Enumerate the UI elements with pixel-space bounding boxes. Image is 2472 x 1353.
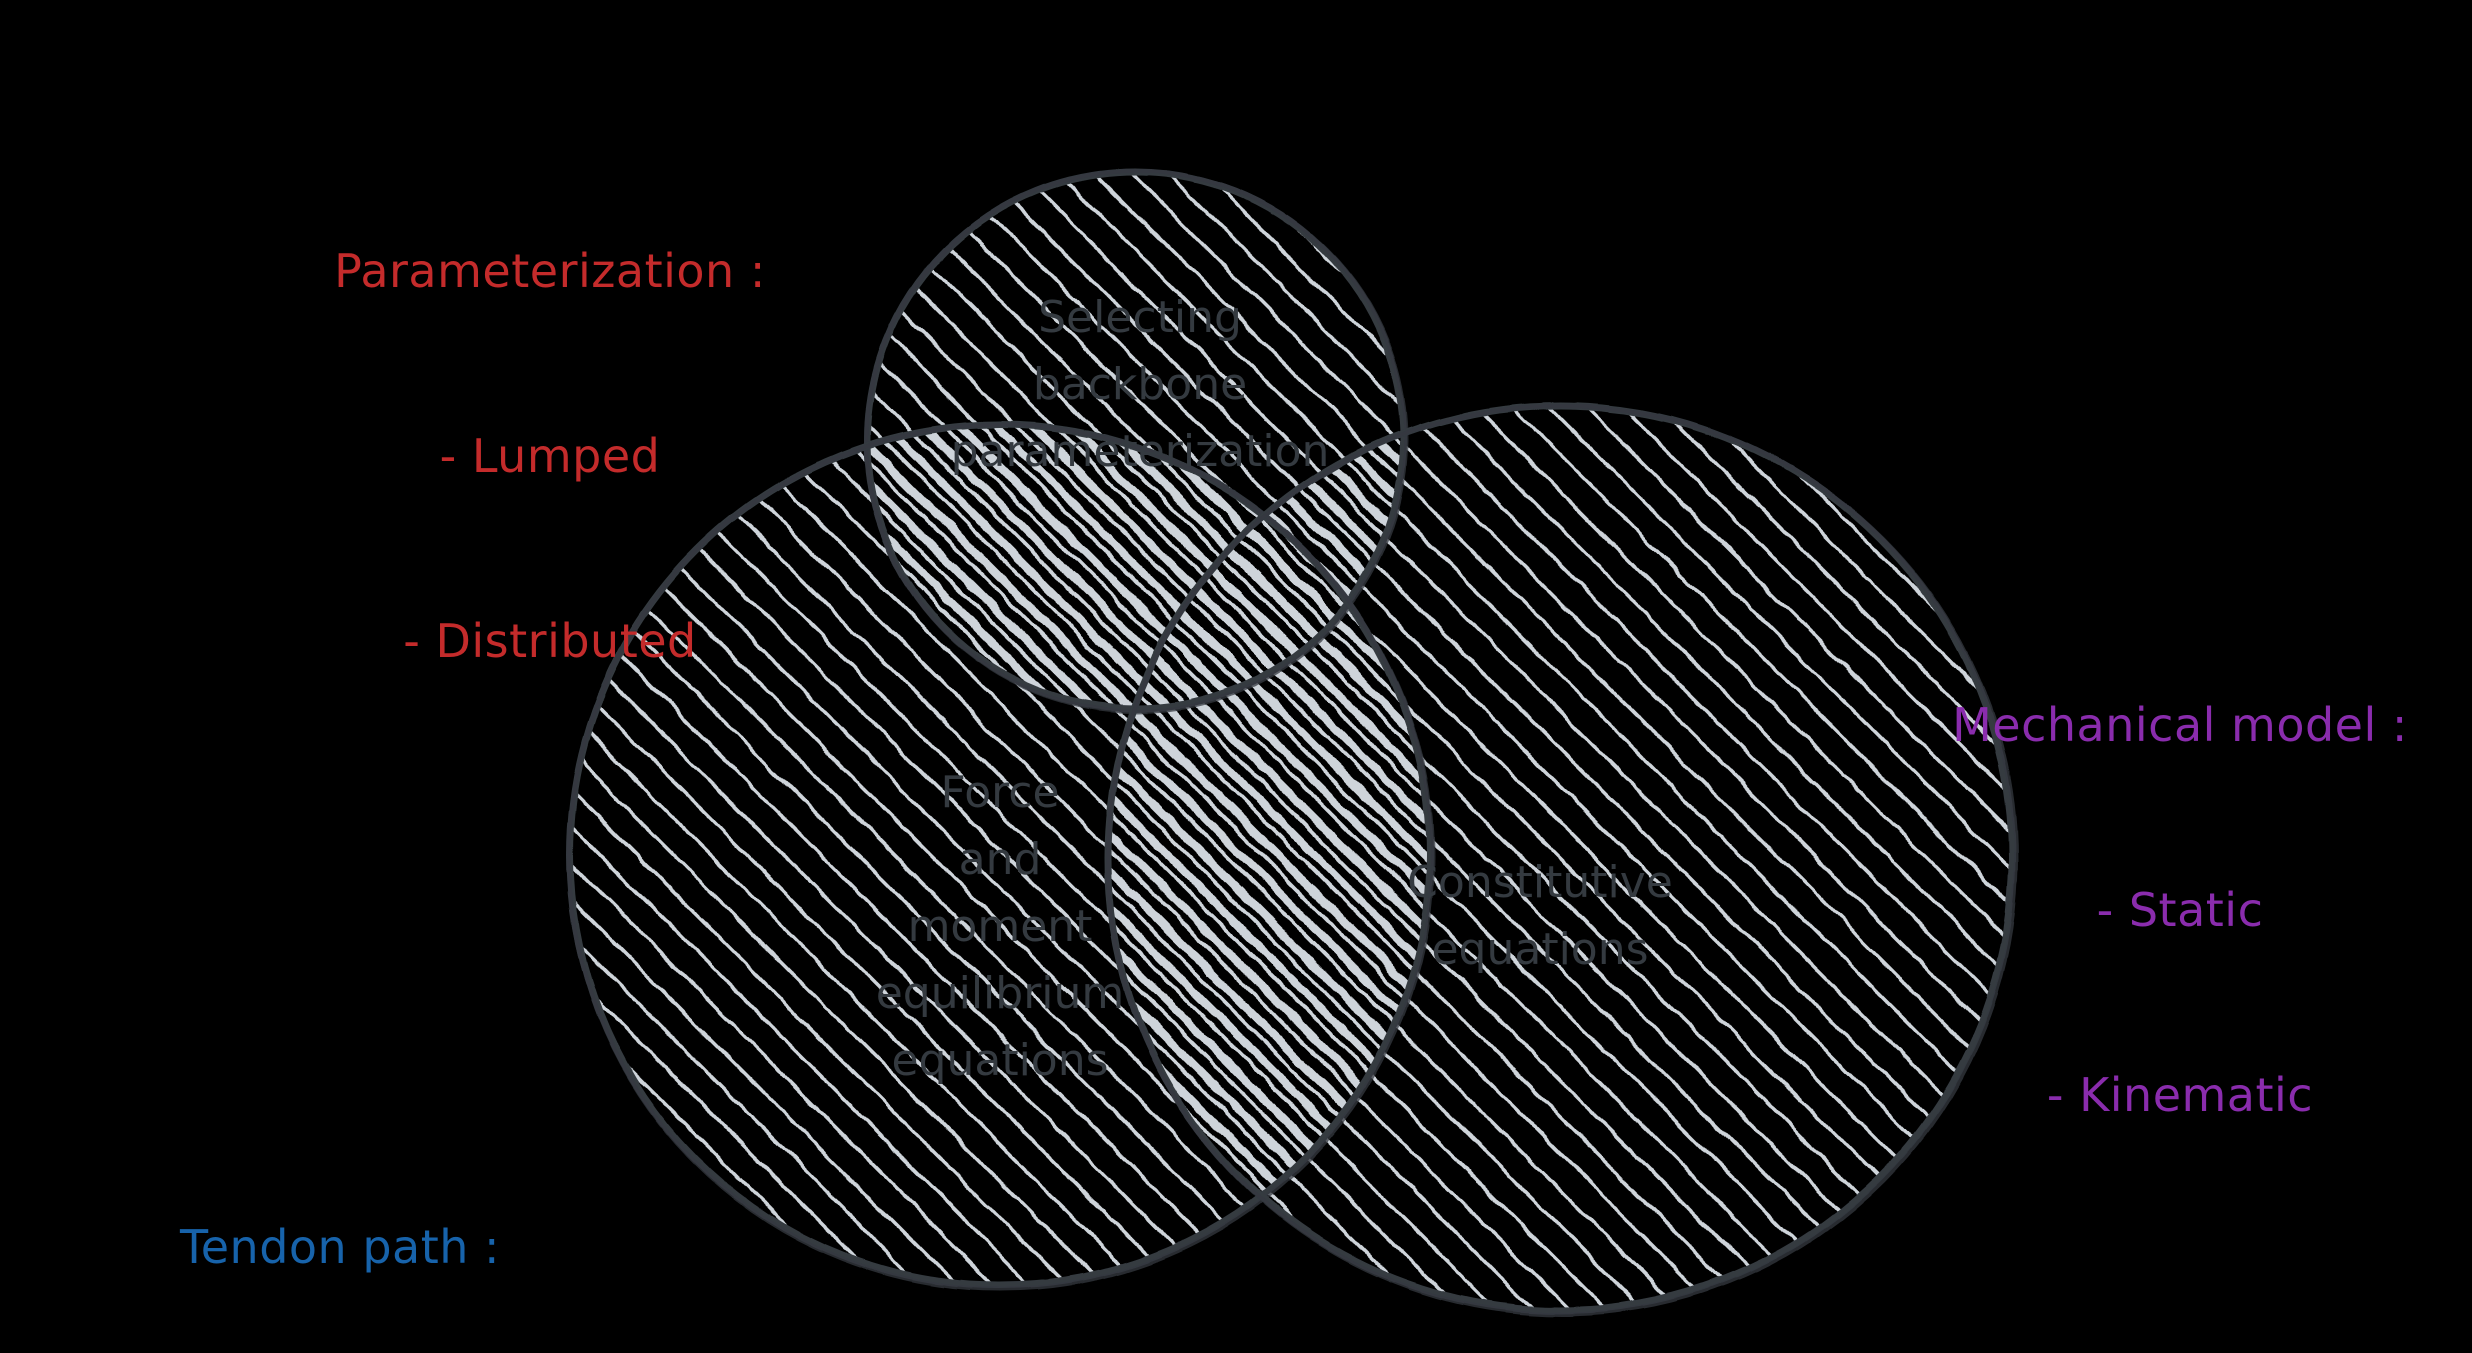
annotation-tendon-path-title: Tendon path : [179, 1220, 501, 1275]
annotation-parameterization: Parameterization : - Lumped - Distribute… [240, 118, 860, 796]
annotation-parameterization-item-0: - Lumped [439, 429, 661, 484]
diagram-canvas: Selecting backbone parameterization Force a… [0, 0, 2472, 1353]
annotation-mechanical-model-item-1: - Kinematic [2046, 1068, 2314, 1122]
annotation-parameterization-title: Parameterization : [334, 244, 766, 299]
annotation-mechanical-model-item-0: - Static [2096, 883, 2264, 938]
annotation-parameterization-item-1: - Distributed [403, 614, 697, 668]
annotation-tendon-path: Tendon path : - Fully constrained - Part… [10, 1094, 670, 1353]
annotation-mechanical-model-title: Mechanical model : [1952, 698, 2408, 753]
annotation-mechanical-model: Mechanical model : - Static - Kinematic [1900, 572, 2460, 1250]
